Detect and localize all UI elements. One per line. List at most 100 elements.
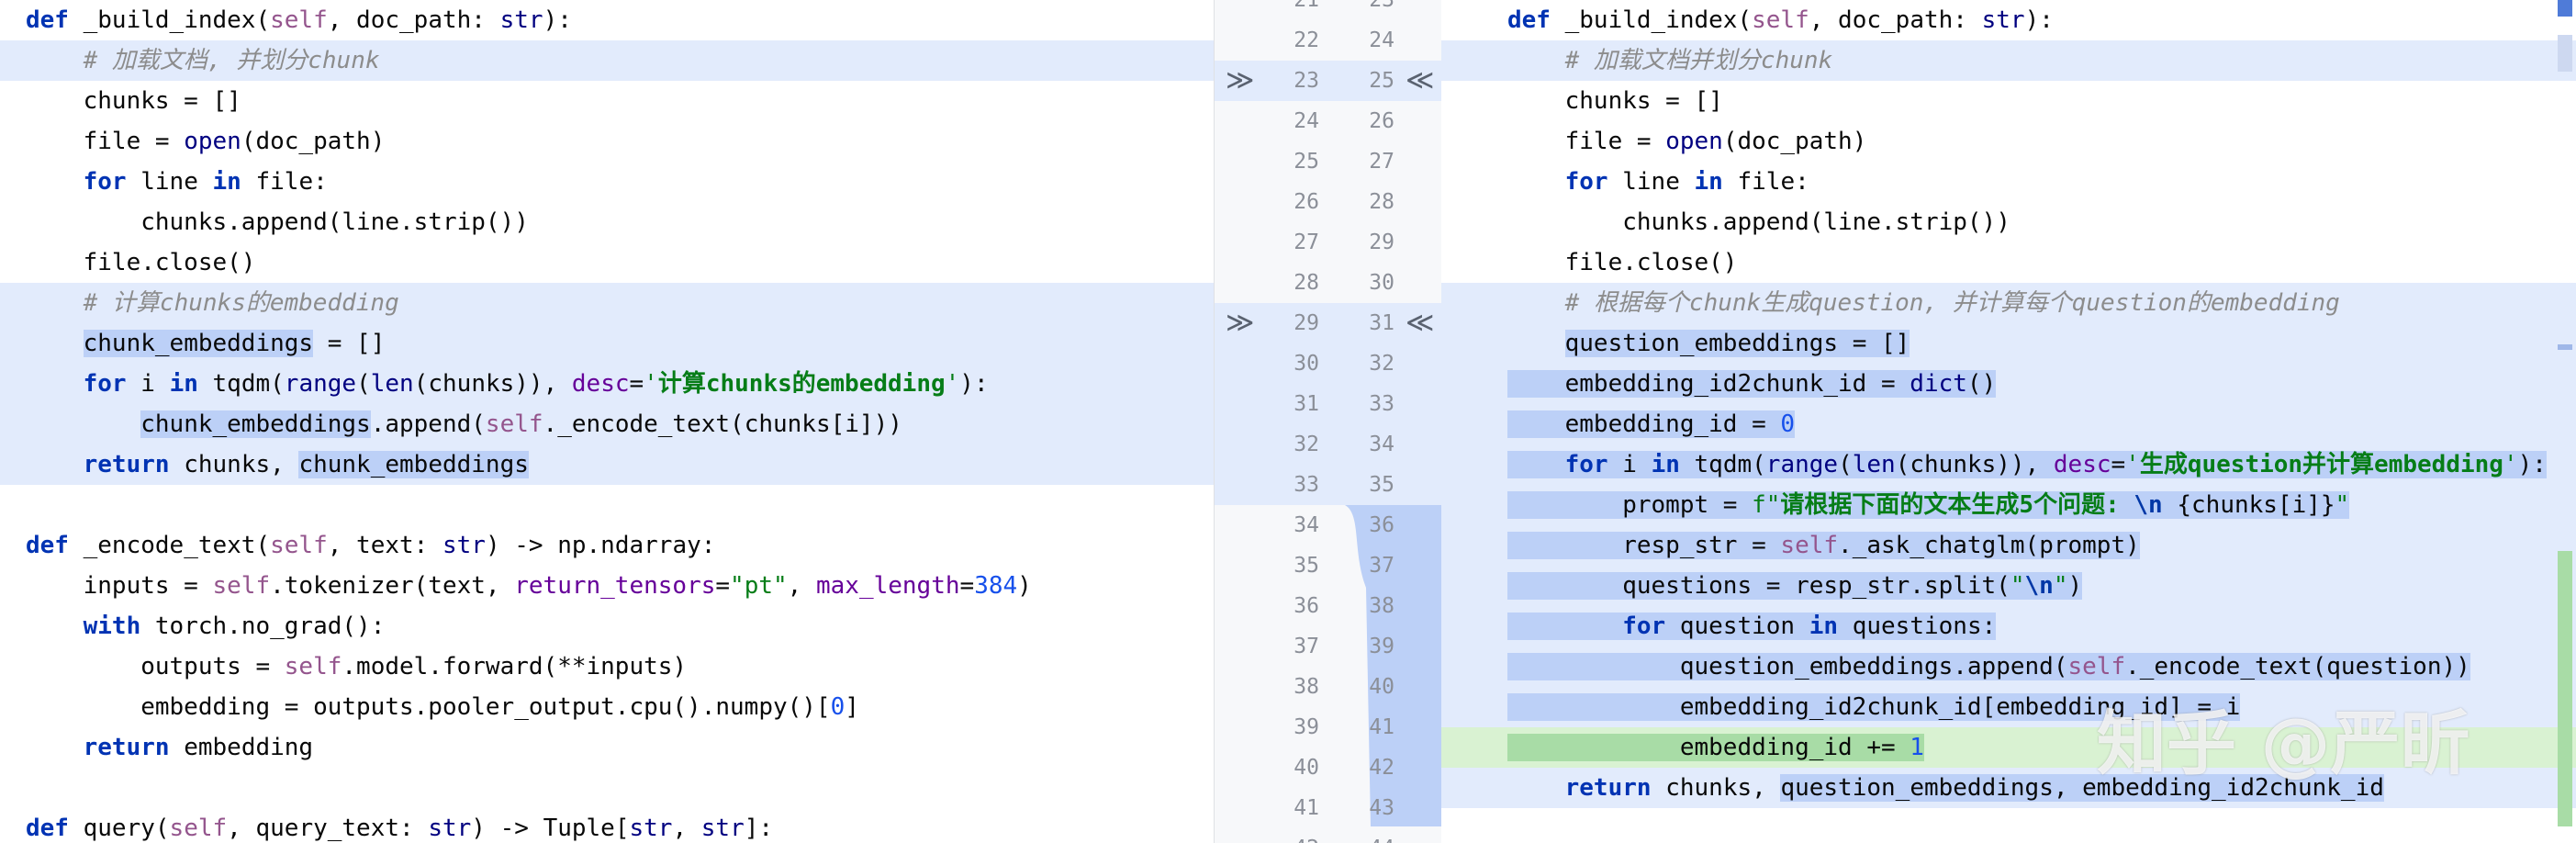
code-line[interactable]: with torch.no_grad(): [0, 606, 1214, 646]
code-line[interactable] [0, 485, 1214, 525]
right-line-number: 36 [1369, 513, 1394, 537]
code-line[interactable]: file.close() [0, 242, 1214, 283]
gutter-row: 38 40 [1215, 667, 1442, 707]
code-line[interactable]: chunks = [] [1441, 81, 2576, 121]
right-line-number: 38 [1369, 594, 1394, 618]
code-line[interactable]: for line in file: [1441, 162, 2576, 202]
code-line[interactable]: for question in questions: [1441, 606, 2576, 646]
left-line-number: 35 [1294, 554, 1319, 578]
gutter-row: 36 38 [1215, 586, 1442, 626]
gutter-row: 37 39 [1215, 626, 1442, 667]
code-line[interactable]: for line in file: [0, 162, 1214, 202]
gutter-row: 34 36 [1215, 505, 1442, 545]
left-line-number: 22 [1294, 28, 1319, 52]
code-line[interactable]: # 根据每个chunk生成question, 并计算每个question的emb… [1441, 283, 2576, 323]
right-line-number: 32 [1369, 352, 1394, 376]
gutter-row: 24 26 [1215, 101, 1442, 141]
right-line-number: 34 [1369, 433, 1394, 456]
right-line-number: 42 [1369, 756, 1394, 780]
left-line-number: 30 [1294, 352, 1319, 376]
code-line[interactable]: def query(self, query_text: str) -> Tupl… [0, 808, 1214, 843]
code-line[interactable]: for i in tqdm(range(len(chunks)), desc='… [0, 364, 1214, 404]
code-line[interactable]: question_embeddings = [] [1441, 323, 2576, 364]
gutter-row: 41 43 [1215, 788, 1442, 828]
code-line[interactable]: question_embeddings.append(self._encode_… [1441, 646, 2576, 687]
gutter-row: 29 31 ≫ ≪ [1215, 303, 1442, 343]
code-line[interactable]: def _build_index(self, doc_path: str): [1441, 0, 2576, 40]
code-line[interactable]: resp_str = self._ask_chatglm(prompt) [1441, 525, 2576, 566]
right-line-number: 27 [1369, 150, 1394, 174]
code-line[interactable]: questions = resp_str.split("\n") [1441, 566, 2576, 606]
right-line-number: 23 [1369, 0, 1394, 12]
change-marker[interactable] [2558, 344, 2572, 350]
right-line-number: 24 [1369, 28, 1394, 52]
right-line-number: 28 [1369, 190, 1394, 214]
gutter-row: 22 24 [1215, 20, 1442, 61]
code-line[interactable]: file.close() [1441, 242, 2576, 283]
left-line-number: 33 [1294, 473, 1319, 497]
apply-change-left-icon[interactable]: ≪ [1406, 61, 1434, 101]
gutter-row: 27 29 [1215, 222, 1442, 263]
code-line[interactable]: chunks.append(line.strip()) [0, 202, 1214, 242]
code-line[interactable]: # 加载文档并划分chunk [1441, 40, 2576, 81]
right-line-number: 30 [1369, 271, 1394, 295]
code-line[interactable]: outputs = self.model.forward(**inputs) [0, 646, 1214, 687]
gutter-row: 40 42 [1215, 747, 1442, 788]
change-marker[interactable] [2558, 0, 2572, 17]
code-line[interactable]: prompt = f"请根据下面的文本生成5个问题: \n {chunks[i]… [1441, 485, 2576, 525]
left-line-number: 27 [1294, 230, 1319, 254]
code-line[interactable]: embedding = outputs.pooler_output.cpu().… [0, 687, 1214, 727]
code-line[interactable]: # 加载文档, 并划分chunk [0, 40, 1214, 81]
code-line[interactable]: file = open(doc_path) [0, 121, 1214, 162]
left-line-number: 25 [1294, 150, 1319, 174]
left-code-pane[interactable]: def _build_index(self, doc_path: str): #… [0, 0, 1214, 843]
diff-scroll-markers[interactable] [2558, 0, 2576, 843]
code-line[interactable]: chunk_embeddings = [] [0, 323, 1214, 364]
watermark: 知乎 @严昕 [2097, 702, 2470, 784]
right-line-number: 43 [1369, 796, 1394, 820]
right-line-number: 41 [1369, 715, 1394, 739]
gutter-row: 39 41 [1215, 707, 1442, 747]
code-line[interactable]: embedding_id2chunk_id = dict() [1441, 364, 2576, 404]
left-line-number: 39 [1294, 715, 1319, 739]
right-line-number: 40 [1369, 675, 1394, 699]
code-line[interactable]: chunk_embeddings.append(self._encode_tex… [0, 404, 1214, 444]
left-line-number: 34 [1294, 513, 1319, 537]
gutter-row: 25 27 [1215, 141, 1442, 182]
code-line[interactable]: # 计算chunks的embedding [0, 283, 1214, 323]
left-line-number: 21 [1294, 0, 1319, 12]
left-line-number: 24 [1294, 109, 1319, 133]
left-line-number: 23 [1294, 69, 1319, 93]
left-line-number: 29 [1294, 311, 1319, 335]
change-marker[interactable] [2558, 551, 2572, 826]
left-line-number: 40 [1294, 756, 1319, 780]
code-line[interactable]: return chunks, chunk_embeddings [0, 444, 1214, 485]
gutter-row: 21 23 [1215, 0, 1442, 20]
left-line-number: 26 [1294, 190, 1319, 214]
change-marker[interactable] [2558, 35, 2572, 72]
code-line[interactable] [1441, 808, 2576, 843]
code-line[interactable]: for i in tqdm(range(len(chunks)), desc='… [1441, 444, 2576, 485]
code-line[interactable]: def _encode_text(self, text: str) -> np.… [0, 525, 1214, 566]
left-line-number: 41 [1294, 796, 1319, 820]
left-line-number: 42 [1255, 828, 1319, 843]
gutter-row: 31 33 [1215, 384, 1442, 424]
apply-change-left-icon[interactable]: ≪ [1406, 303, 1434, 343]
right-line-number: 35 [1369, 473, 1394, 497]
code-line[interactable]: def _build_index(self, doc_path: str): [0, 0, 1214, 40]
right-line-number: 25 [1369, 69, 1394, 93]
code-line[interactable]: chunks.append(line.strip()) [1441, 202, 2576, 242]
code-line[interactable]: chunks = [] [0, 81, 1214, 121]
left-line-number: 28 [1294, 271, 1319, 295]
left-line-number: 32 [1294, 433, 1319, 456]
apply-change-right-icon[interactable]: ≫ [1226, 61, 1254, 101]
right-line-number: 26 [1369, 109, 1394, 133]
code-line[interactable]: file = open(doc_path) [1441, 121, 2576, 162]
code-line[interactable]: inputs = self.tokenizer(text, return_ten… [0, 566, 1214, 606]
code-line[interactable] [0, 768, 1214, 808]
code-line[interactable]: return embedding [0, 727, 1214, 768]
gutter-row: 23 25 ≫ ≪ [1215, 61, 1442, 101]
code-line[interactable]: embedding_id = 0 [1441, 404, 2576, 444]
right-line-number: 31 [1369, 311, 1394, 335]
apply-change-right-icon[interactable]: ≫ [1226, 303, 1254, 343]
